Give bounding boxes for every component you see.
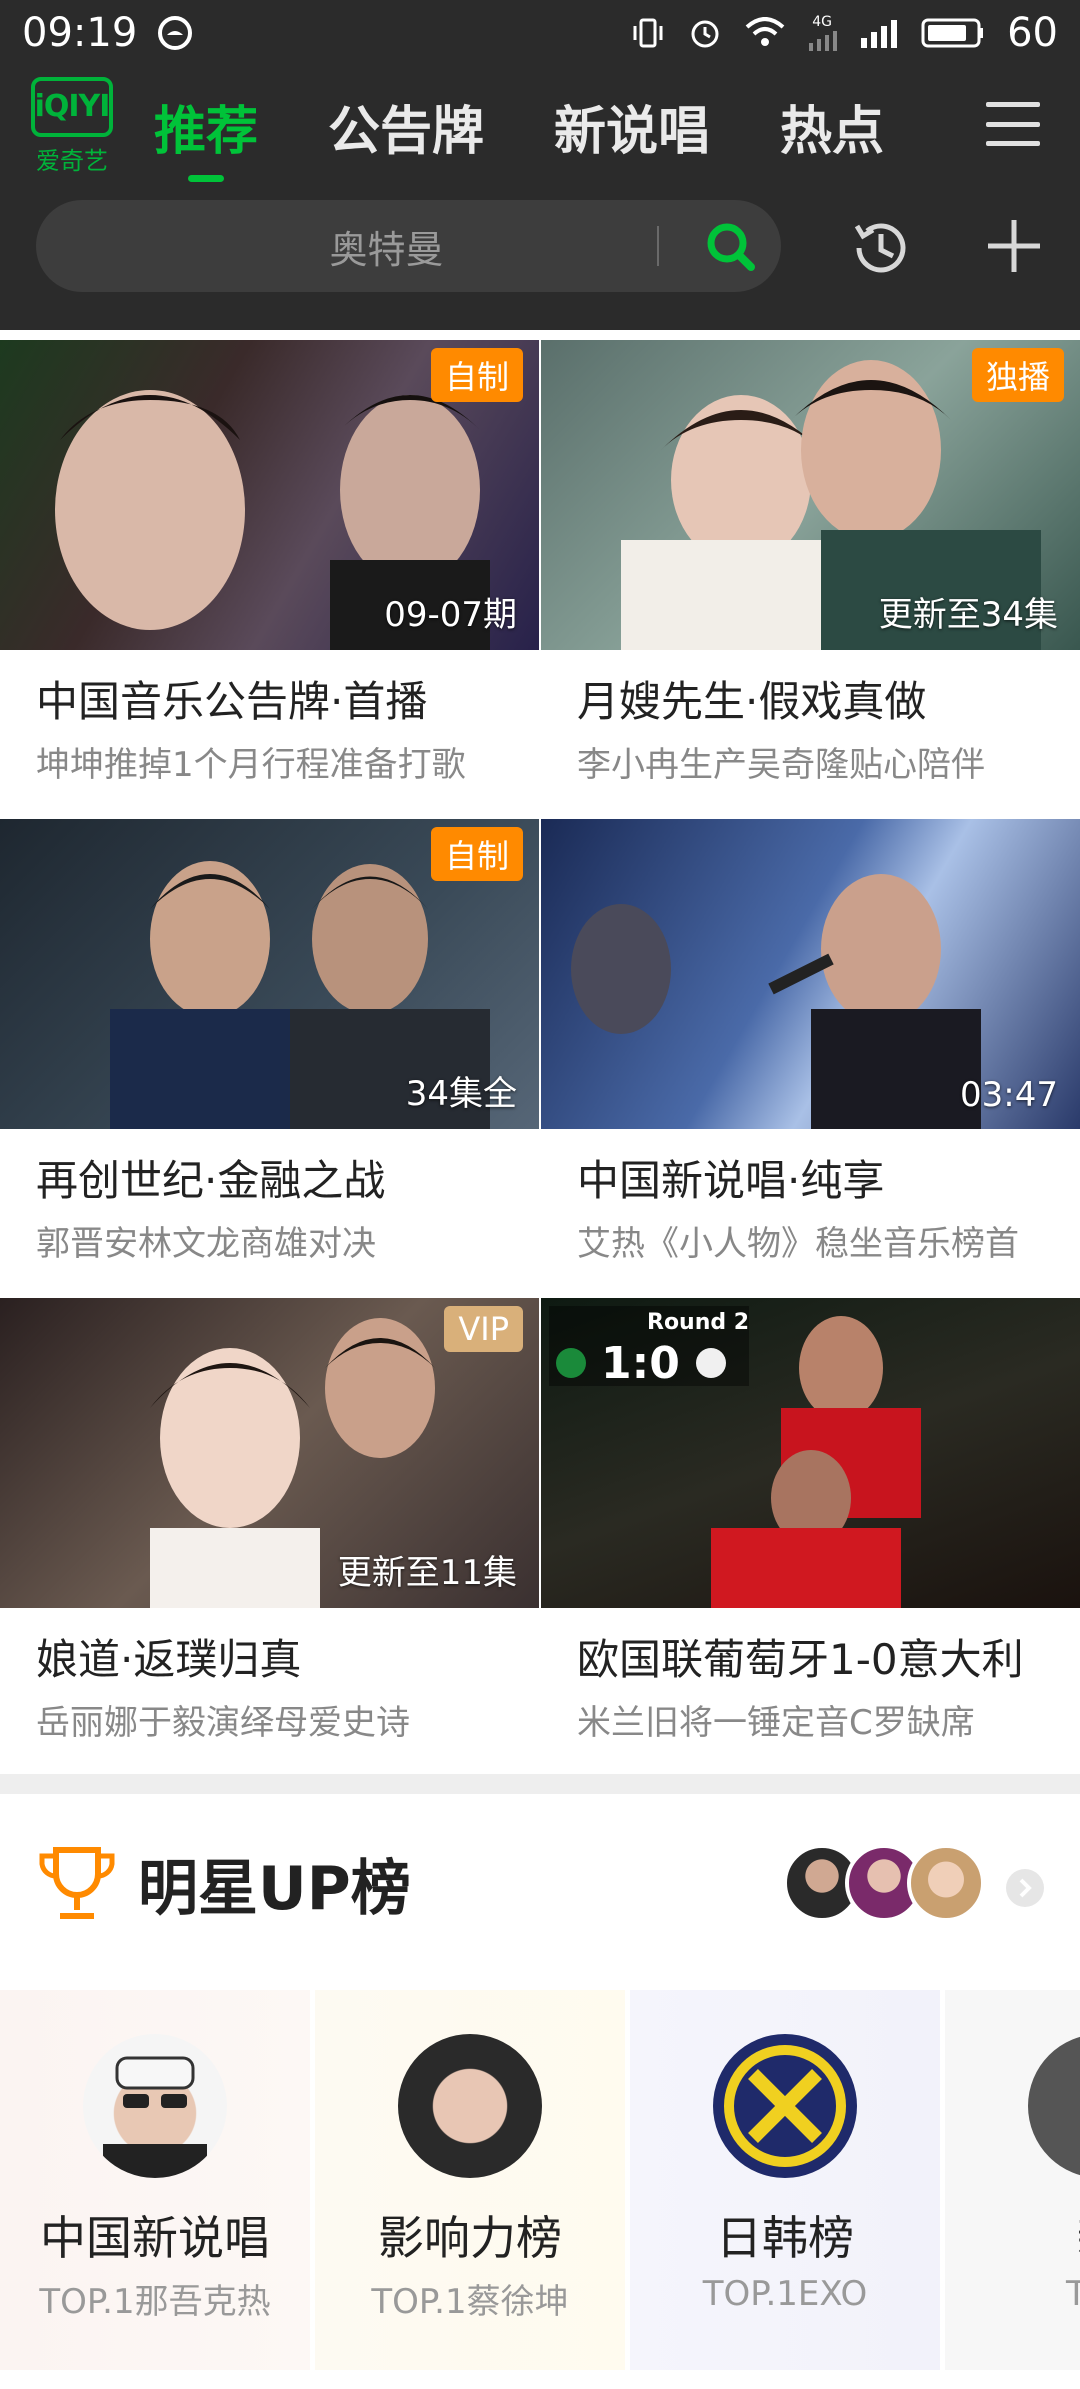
history-icon[interactable]	[845, 212, 917, 288]
trophy-icon	[36, 1844, 118, 1928]
video-card[interactable]: 自制 09-07期 中国音乐公告牌·首播 坤坤推掉1个月行程准备打歌	[0, 340, 539, 817]
vibrate-icon	[631, 16, 665, 50]
ranking-item[interactable]: 中国新说唱 TOP.1那吾克热	[0, 1990, 310, 2370]
vip-badge: VIP	[444, 1306, 523, 1352]
ranking-item[interactable]: 影响力榜 TOP.1蔡徐坤	[315, 1990, 625, 2370]
ranking-top: TOP.1那吾克热	[39, 2282, 271, 2322]
card-title[interactable]: 娘道·返璞归真	[0, 1608, 539, 1687]
avatar	[398, 2034, 542, 2178]
card-badge: 自制	[430, 348, 523, 402]
status-time: 09:19	[22, 10, 138, 56]
app-notification-icon	[157, 15, 193, 51]
network-4g-icon: 4G	[807, 15, 838, 51]
card-title[interactable]: 中国音乐公告牌·首播	[0, 650, 539, 729]
card-subtitle: 艾热《小人物》稳坐音乐榜首	[577, 1224, 1019, 1264]
card-overlay-text: 03:47	[960, 1075, 1058, 1115]
card-overlay-text: 更新至34集	[878, 595, 1058, 635]
search-icon[interactable]	[695, 211, 765, 281]
chevron-right-icon[interactable]	[1005, 1868, 1045, 1912]
ranking-name: 中国新说唱	[40, 2211, 270, 2265]
ranking-name: 日韩榜	[716, 2211, 854, 2265]
card-title[interactable]: 月嫂先生·假戏真做	[541, 650, 1080, 729]
ranking-name: 影响力榜	[378, 2211, 562, 2265]
top-nav: iQIYI 爱奇艺 推荐 公告牌 新说唱 热点	[0, 66, 1080, 186]
card-title[interactable]: 中国新说唱·纯享	[541, 1129, 1080, 1208]
ranking-top: TOP.1EXO	[702, 2274, 868, 2314]
video-card[interactable]: 自制 34集全 再创世纪·金融之战 郭晋安林文龙商雄对决	[0, 819, 539, 1296]
avatar-stack	[783, 1844, 985, 1922]
search-placeholder: 奥特曼	[329, 227, 444, 272]
ranking-item[interactable]: 日韩榜 TOP.1EXO	[630, 1990, 940, 2370]
tab-bar: 推荐 公告牌 新说唱 热点	[154, 89, 884, 164]
app-logo[interactable]: iQIYI 爱奇艺	[30, 76, 114, 176]
section-title: 明星UP榜	[138, 1854, 411, 1924]
iqiyi-logo-icon: iQIYI	[31, 76, 113, 137]
avatar	[907, 1844, 985, 1922]
video-card[interactable]: 独播 更新至34集 月嫂先生·假戏真做 李小冉生产吴奇隆贴心陪伴	[541, 340, 1080, 817]
tab-recommend[interactable]: 推荐	[154, 89, 258, 164]
card-subtitle: 岳丽娜于毅演绎母爱史诗	[36, 1703, 410, 1743]
app-header: 09:19 4G 60 iQIYI 爱奇艺 推荐 公告牌 新说唱 热点 奥特曼	[0, 0, 1080, 330]
score-display: 1:0	[601, 1338, 680, 1389]
card-badge: 自制	[430, 827, 523, 881]
signal-icon	[859, 18, 899, 48]
card-subtitle: 米兰旧将一锤定音C罗缺席	[577, 1703, 975, 1743]
video-thumbnail[interactable]: 03:47	[541, 819, 1080, 1129]
wifi-icon	[745, 17, 785, 49]
status-bar: 09:19 4G 60	[0, 0, 1080, 66]
ranking-name: 新	[945, 2202, 1080, 2268]
search-row: 奥特曼	[0, 186, 1080, 306]
card-badge: 独播	[971, 348, 1064, 402]
up-chart-header[interactable]: 明星UP榜	[0, 1830, 1080, 1940]
card-subtitle: 李小冉生产吴奇隆贴心陪伴	[577, 745, 985, 785]
section-divider	[0, 1774, 1080, 1794]
card-overlay-text: 09-07期	[384, 595, 517, 635]
avatar	[713, 2034, 857, 2178]
tab-billboard[interactable]: 公告牌	[328, 89, 484, 164]
video-thumbnail[interactable]: Round 2 1:0	[541, 1298, 1080, 1608]
ranking-carousel[interactable]: 中国新说唱 TOP.1那吾克热 影响力榜 TOP.1蔡徐坤 日韩榜 TOP.1E…	[0, 1990, 1080, 2370]
menu-icon[interactable]	[986, 102, 1040, 146]
card-overlay-text: 更新至11集	[337, 1553, 517, 1593]
score-label: Round 2	[647, 1310, 750, 1335]
search-divider	[657, 226, 659, 266]
card-subtitle: 郭晋安林文龙商雄对决	[36, 1224, 376, 1264]
card-subtitle: 坤坤推掉1个月行程准备打歌	[36, 745, 466, 785]
avatar	[83, 2034, 227, 2178]
avatar	[1028, 2034, 1080, 2178]
video-card[interactable]: VIP 更新至11集 娘道·返璞归真 岳丽娜于毅演绎母爱史诗	[0, 1298, 539, 1775]
logo-subtitle: 爱奇艺	[36, 146, 108, 175]
ranking-item[interactable]: 新 TOP	[945, 1990, 1080, 2370]
tab-new-rap[interactable]: 新说唱	[554, 89, 710, 164]
ranking-top: TOP	[1065, 2274, 1080, 2314]
ranking-top: TOP.1蔡徐坤	[371, 2282, 569, 2322]
video-thumbnail[interactable]: VIP 更新至11集	[0, 1298, 539, 1608]
video-thumbnail[interactable]: 自制 34集全	[0, 819, 539, 1129]
add-icon[interactable]	[980, 212, 1048, 284]
search-input[interactable]: 奥特曼	[36, 200, 781, 292]
video-thumbnail[interactable]: 自制 09-07期	[0, 340, 539, 650]
card-title[interactable]: 再创世纪·金融之战	[0, 1129, 539, 1208]
video-thumbnail[interactable]: 独播 更新至34集	[541, 340, 1080, 650]
alarm-icon	[687, 15, 723, 51]
tab-hot[interactable]: 热点	[780, 89, 884, 164]
battery-level: 60	[1007, 10, 1058, 56]
battery-icon	[921, 17, 985, 49]
card-title[interactable]: 欧国联葡萄牙1-0意大利	[541, 1608, 1080, 1687]
video-card[interactable]: 03:47 中国新说唱·纯享 艾热《小人物》稳坐音乐榜首	[541, 819, 1080, 1296]
card-overlay-text: 34集全	[405, 1074, 517, 1114]
video-card[interactable]: Round 2 1:0 欧国联葡萄牙1-0意大利 米兰旧将一锤定音C罗缺席	[541, 1298, 1080, 1775]
